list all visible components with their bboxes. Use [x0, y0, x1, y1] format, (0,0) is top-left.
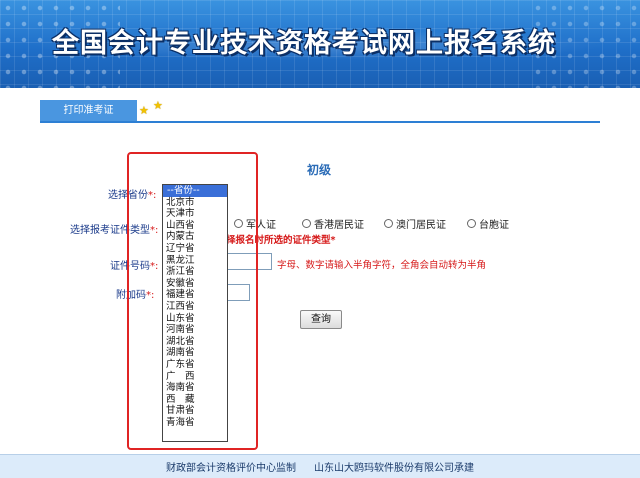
radio-label: 台胞证	[479, 220, 509, 231]
radio-hongkong-resident[interactable]: 香港居民证	[302, 216, 364, 231]
highlight-annotation-box	[127, 152, 258, 450]
system-title: 全国会计专业技术资格考试网上报名系统	[52, 28, 556, 59]
exam-level: 初级	[307, 163, 332, 177]
radio-label: 香港居民证	[314, 220, 364, 231]
tab-print-admission-ticket[interactable]: 打印准考证	[40, 100, 137, 122]
radio-label: 澳门居民证	[396, 220, 446, 231]
footer-supervisor: 财政部会计资格评价中心监制	[166, 463, 296, 474]
radio-macao-resident[interactable]: 澳门居民证	[384, 216, 446, 231]
footer: 财政部会计资格评价中心监制 山东山大鸥玛软件股份有限公司承建	[0, 454, 640, 478]
star-icon: ★	[139, 104, 149, 117]
star-icon: ★	[153, 99, 163, 112]
header-banner: 全国会计专业技术资格考试网上报名系统	[0, 0, 640, 88]
id-number-hint: 字母、数字请输入半角字符，全角会自动转为半角	[277, 260, 487, 271]
radio-circle[interactable]	[302, 219, 311, 228]
tab-underline	[40, 121, 600, 123]
radio-circle[interactable]	[384, 219, 393, 228]
footer-contractor: 山东山大鸥玛软件股份有限公司承建	[314, 463, 474, 474]
radio-taiwan-compatriot[interactable]: 台胞证	[467, 216, 509, 231]
radio-circle[interactable]	[467, 219, 476, 228]
query-button[interactable]: 查询	[300, 310, 342, 329]
